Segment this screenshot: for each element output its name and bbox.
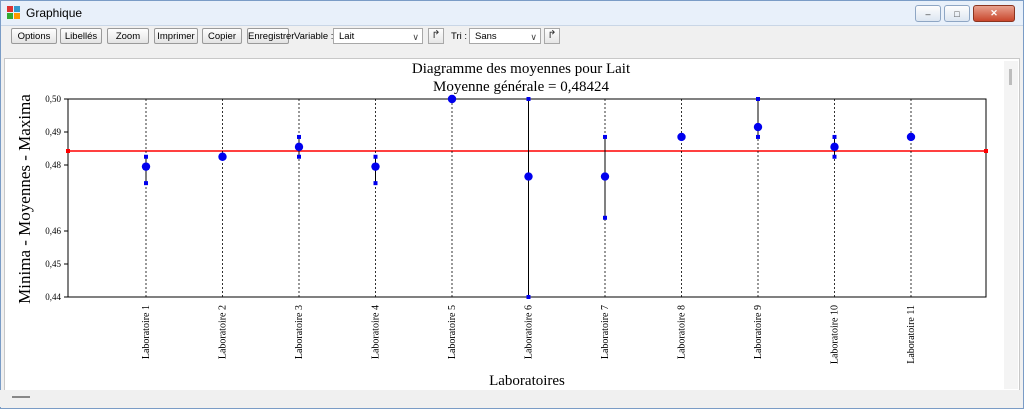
y-tick-label: 0,44 xyxy=(45,292,61,302)
x-tick-label: Laboratoire 2 xyxy=(218,305,229,359)
plot-area: Diagramme des moyennes pour Lait Moyenne… xyxy=(4,58,1020,392)
min-marker xyxy=(373,181,378,186)
chart-app-icon xyxy=(7,6,21,20)
title-bar[interactable]: Graphique – □ ✕ xyxy=(1,1,1023,26)
means-chart: Diagramme des moyennes pour Lait Moyenne… xyxy=(15,61,988,389)
y-tick-label: 0,49 xyxy=(45,127,61,137)
min-marker xyxy=(144,181,148,186)
max-marker xyxy=(526,97,531,101)
chart-title: Diagramme des moyennes pour Lait xyxy=(412,61,631,77)
toolbar: Options Libellés Zoom Imprimer Copier En… xyxy=(1,26,1023,48)
mean-point xyxy=(600,172,610,181)
variable-value: Lait xyxy=(339,31,355,42)
window-title: Graphique xyxy=(26,6,83,20)
mean-point xyxy=(906,132,916,142)
minimize-button[interactable]: – xyxy=(915,5,941,22)
mean-point xyxy=(753,122,763,132)
max-marker xyxy=(373,154,378,159)
plot-frame xyxy=(67,98,987,298)
libelles-button[interactable]: Libellés xyxy=(60,28,102,44)
status-grip xyxy=(12,396,30,398)
copier-button[interactable]: Copier xyxy=(202,28,242,44)
x-tick-label: Laboratoire 10 xyxy=(830,305,841,364)
grand-mean-marker xyxy=(984,149,988,154)
mean-point xyxy=(830,142,839,152)
tri-value: Sans xyxy=(475,31,497,42)
min-marker xyxy=(603,215,607,220)
x-tick-label: Laboratoire 1 xyxy=(141,305,152,359)
max-marker xyxy=(297,134,301,139)
grand-mean-marker xyxy=(66,149,70,154)
zoom-button[interactable]: Zoom xyxy=(107,28,149,44)
vertical-scrollbar[interactable] xyxy=(1004,61,1018,389)
x-tick-label: Laboratoire 7 xyxy=(600,305,611,359)
min-marker xyxy=(756,134,760,139)
tri-label: Tri : xyxy=(451,31,468,42)
mean-point xyxy=(677,132,686,142)
x-tick-label: Laboratoire 11 xyxy=(906,305,917,364)
chevron-down-icon: ∨ xyxy=(530,32,537,42)
mean-point xyxy=(294,142,304,152)
options-button[interactable]: Options xyxy=(11,28,57,44)
max-marker xyxy=(756,97,760,101)
mean-point xyxy=(371,162,380,171)
x-axis-label: Laboratoires xyxy=(489,373,565,389)
y-tick-label: 0,46 xyxy=(45,226,61,236)
refresh-icon[interactable]: ↱ xyxy=(544,28,560,44)
y-tick-label: 0,45 xyxy=(45,259,61,269)
min-marker xyxy=(526,295,531,299)
variable-label: Variable : xyxy=(294,31,334,42)
mean-point xyxy=(524,172,533,181)
x-tick-label: Laboratoire 6 xyxy=(524,305,535,359)
x-tick-label: Laboratoire 3 xyxy=(294,305,305,359)
enregistrer-button[interactable]: Enregistrer xyxy=(247,28,294,44)
x-tick-label: Laboratoire 9 xyxy=(753,305,764,359)
status-bar xyxy=(0,390,1022,407)
mean-point xyxy=(141,162,151,171)
y-tick-label: 0,50 xyxy=(45,94,61,104)
max-marker xyxy=(603,134,607,139)
max-marker xyxy=(144,154,148,159)
x-tick-label: Laboratoire 8 xyxy=(677,305,688,359)
min-marker xyxy=(832,154,837,159)
x-tick-label: Laboratoire 4 xyxy=(371,305,382,359)
mean-point xyxy=(447,94,457,104)
max-marker xyxy=(832,134,837,139)
y-tick-label: 0,48 xyxy=(45,160,61,170)
x-tick-label: Laboratoire 5 xyxy=(447,305,458,359)
chevron-down-icon: ∨ xyxy=(412,32,419,42)
chart-subtitle: Moyenne générale = 0,48424 xyxy=(433,79,609,95)
maximize-button[interactable]: □ xyxy=(944,5,970,22)
refresh-icon[interactable]: ↱ xyxy=(428,28,444,44)
close-button[interactable]: ✕ xyxy=(973,5,1015,22)
min-marker xyxy=(297,154,301,159)
imprimer-button[interactable]: Imprimer xyxy=(154,28,198,44)
y-axis-label: Minima - Moyennes - Maxima xyxy=(15,94,34,304)
variable-select[interactable]: Lait ∨ xyxy=(333,28,423,44)
tri-select[interactable]: Sans ∨ xyxy=(469,28,541,44)
scrollbar-thumb[interactable] xyxy=(1009,69,1012,85)
mean-point xyxy=(218,152,227,161)
